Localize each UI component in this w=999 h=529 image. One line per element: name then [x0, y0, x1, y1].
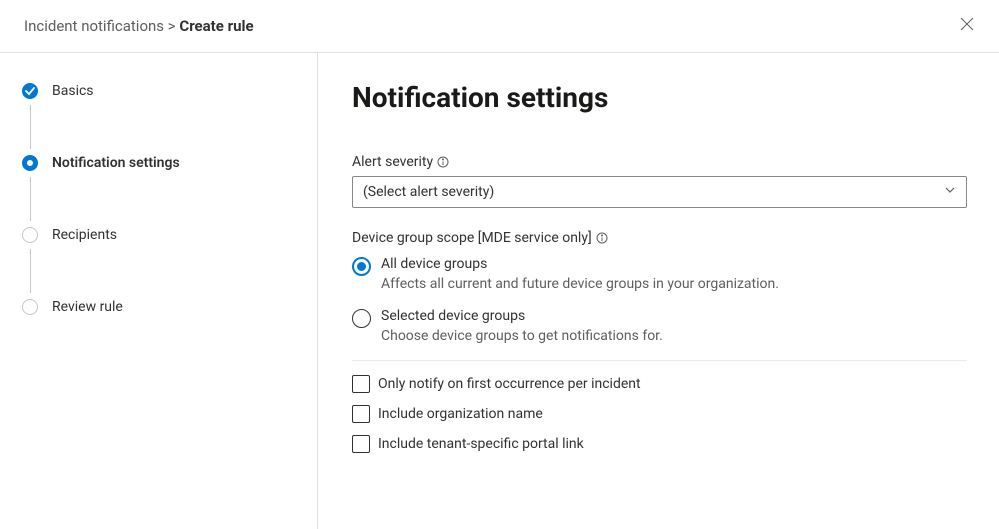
device-scope-label: Device group scope [MDE service only]: [352, 230, 967, 246]
checkbox-include-org-name[interactable]: Include organization name: [352, 405, 967, 423]
step-connector: [30, 249, 31, 293]
checkbox-label: Include organization name: [378, 406, 543, 422]
checkbox-unchecked-icon: [352, 405, 370, 423]
main-panel: Notification settings Alert severity (Se…: [318, 53, 999, 529]
chevron-down-icon: [944, 184, 956, 200]
breadcrumb-separator: >: [168, 17, 176, 35]
radio-description: Choose device groups to get notification…: [381, 328, 663, 344]
panel-header: Incident notifications > Create rule: [0, 0, 999, 53]
step-label: Review rule: [52, 299, 123, 315]
radio-label: All device groups: [381, 256, 779, 272]
pending-step-icon: [22, 227, 38, 243]
step-connector: [30, 105, 31, 149]
step-label: Basics: [52, 83, 94, 99]
step-label: Notification settings: [52, 155, 180, 171]
alert-severity-label: Alert severity: [352, 154, 967, 170]
check-circle-icon: [22, 83, 38, 99]
divider: [352, 360, 967, 361]
alert-severity-select[interactable]: (Select alert severity): [352, 176, 967, 208]
checkbox-label: Include tenant-specific portal link: [378, 436, 584, 452]
radio-selected-icon: [352, 257, 371, 276]
step-notification-settings[interactable]: Notification settings: [22, 149, 317, 177]
breadcrumb-current: Create rule: [179, 17, 253, 35]
checkbox-label: Only notify on first occurrence per inci…: [378, 376, 641, 392]
step-recipients[interactable]: Recipients: [22, 221, 317, 249]
radio-all-device-groups[interactable]: All device groups Affects all current an…: [352, 256, 967, 292]
step-basics[interactable]: Basics: [22, 77, 317, 105]
current-step-icon: [22, 155, 38, 171]
breadcrumb: Incident notifications > Create rule: [24, 17, 254, 35]
device-scope-radio-group: All device groups Affects all current an…: [352, 256, 967, 344]
checkbox-first-occurrence[interactable]: Only notify on first occurrence per inci…: [352, 375, 967, 393]
checkbox-unchecked-icon: [352, 435, 370, 453]
close-button[interactable]: [955, 12, 979, 40]
select-placeholder: (Select alert severity): [363, 184, 494, 200]
close-icon: [959, 16, 975, 32]
radio-unselected-icon: [352, 309, 371, 328]
checkbox-unchecked-icon: [352, 375, 370, 393]
radio-description: Affects all current and future device gr…: [381, 276, 779, 292]
step-connector: [30, 177, 31, 221]
info-icon[interactable]: [437, 156, 449, 168]
page-title: Notification settings: [352, 81, 967, 114]
wizard-steps: Basics Notification settings Recipients …: [0, 53, 318, 529]
radio-selected-device-groups[interactable]: Selected device groups Choose device gro…: [352, 308, 967, 344]
radio-label: Selected device groups: [381, 308, 663, 324]
info-icon[interactable]: [596, 232, 608, 244]
step-label: Recipients: [52, 227, 117, 243]
pending-step-icon: [22, 299, 38, 315]
breadcrumb-parent[interactable]: Incident notifications: [24, 17, 164, 35]
checkbox-include-portal-link[interactable]: Include tenant-specific portal link: [352, 435, 967, 453]
step-review-rule[interactable]: Review rule: [22, 293, 317, 321]
